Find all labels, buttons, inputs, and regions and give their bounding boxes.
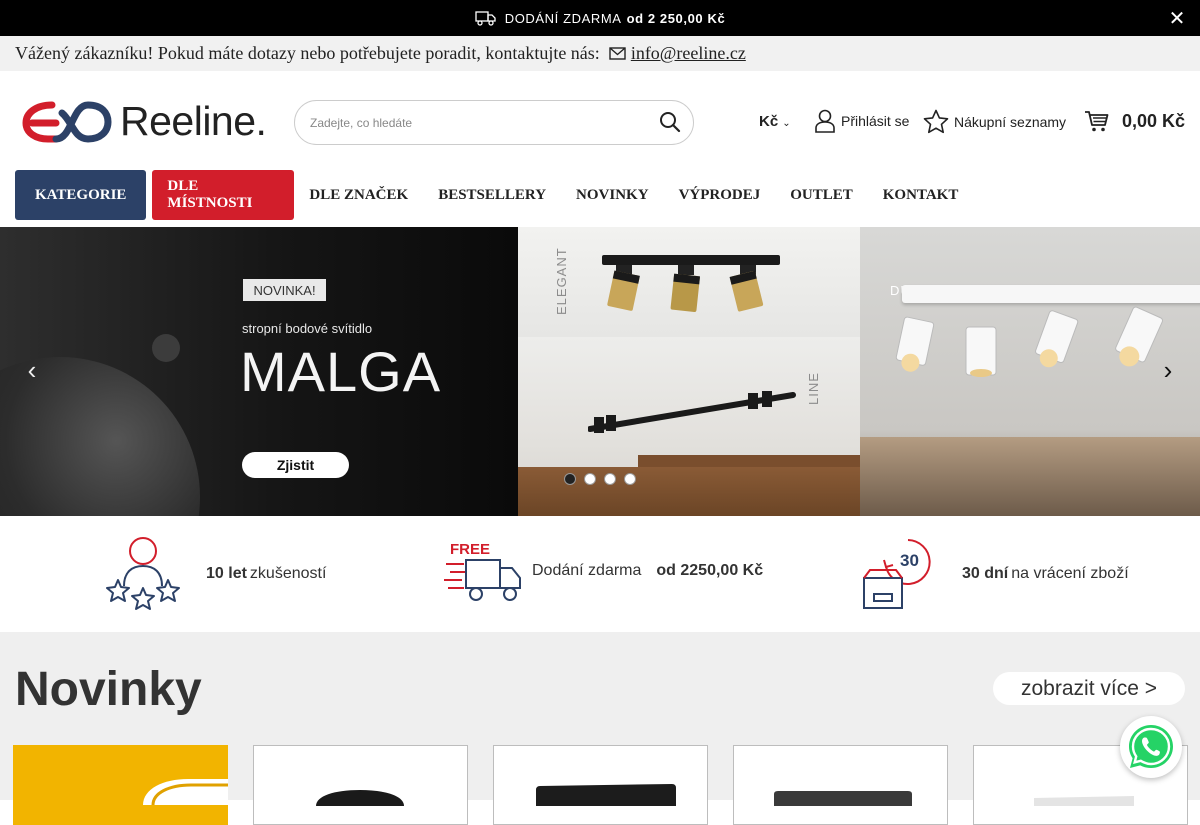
nav-item-dle-mistnosti[interactable]: DLE MÍSTNOSTI: [152, 170, 295, 220]
product-card[interactable]: [493, 745, 708, 825]
free-label: FREE: [450, 541, 490, 558]
free-delivery-truck-icon: FREE: [444, 541, 521, 601]
slider-dot-1[interactable]: [564, 473, 576, 485]
currency-select[interactable]: Kč ⌄: [759, 113, 791, 130]
truck-icon: [475, 11, 496, 26]
slider-next-arrow-icon[interactable]: ›: [1158, 355, 1178, 385]
promo-strong: od 2 250,00 Kč: [626, 10, 726, 26]
hero-subtitle: stropní bodové svítidlo: [242, 321, 373, 336]
cart-total: 0,00 Kč: [1122, 110, 1186, 131]
wishlist-label: Nákupní seznamy: [954, 113, 1067, 130]
usp-delivery-text: Dodání zdarma: [532, 562, 642, 579]
nav-item-outlet[interactable]: OUTLET: [775, 170, 868, 220]
slider-dots: [564, 473, 636, 485]
product-card[interactable]: [733, 745, 948, 825]
mail-icon: [609, 47, 626, 60]
nav-item-bestsellery[interactable]: BESTSELLERY: [423, 170, 561, 220]
header: Reeline. Kč⌄ Přihlásit se Nákupní seznam…: [0, 71, 1200, 171]
hero-slider: NOVINKA! stropní bodové svítidlo MALGA Z…: [0, 227, 1200, 516]
search-icon[interactable]: [659, 111, 681, 133]
usp-delivery-strong: od 2250,00 Kč: [656, 562, 764, 579]
returns-box-icon: 30: [863, 539, 931, 609]
novinky-section: Novinky zobrazit více >: [0, 632, 1200, 825]
label-elegant: ELEGANT: [554, 247, 569, 315]
product-image: [316, 790, 404, 806]
contact-infoline: Vážený zákazníku! Pokud máte dotazy nebo…: [0, 36, 1200, 71]
whatsapp-icon: [1129, 725, 1173, 768]
slider-dot-2[interactable]: [584, 473, 596, 485]
login-link[interactable]: Přihlásit se: [814, 109, 909, 133]
search-box: [294, 100, 694, 145]
usp-returns-strong: 30 dní: [962, 565, 1009, 582]
slider-dot-4[interactable]: [624, 473, 636, 485]
decorative-dot: [152, 334, 180, 362]
logo[interactable]: Reeline.: [22, 97, 267, 145]
usp-experience-strong: 10 let: [206, 565, 247, 582]
usp-returns: 30 30 dní na vrácení zboží: [862, 536, 1129, 612]
new-badge: NOVINKA!: [243, 279, 326, 301]
wall-background: [860, 437, 1200, 516]
nav-item-kategorie[interactable]: KATEGORIE: [15, 170, 147, 220]
contact-email-link[interactable]: info@reeline.cz: [631, 43, 746, 64]
usp-experience-text: zkušeností: [249, 565, 327, 582]
label-line: LINE: [806, 372, 821, 405]
product-image: [536, 784, 676, 806]
experience-stars-icon: [106, 537, 180, 610]
elegant-lamp-image: [602, 255, 780, 312]
nav-item-dle-znacek[interactable]: DLE ZNAČEK: [294, 170, 423, 220]
star-icon: [923, 109, 949, 134]
section-title: Novinky: [15, 663, 202, 716]
product-image: [143, 779, 228, 806]
logo-text: Reeline.: [120, 97, 267, 144]
nav-item-kontakt[interactable]: KONTAKT: [868, 170, 974, 220]
usp-row: 10 let zkušeností FREE Dodání zdarma od …: [0, 516, 1200, 632]
slider-dot-3[interactable]: [604, 473, 616, 485]
currency-label: Kč: [759, 113, 779, 130]
nav-item-vyprodej[interactable]: VÝPRODEJ: [664, 170, 776, 220]
show-more-button[interactable]: zobrazit více >: [993, 672, 1185, 705]
nav-item-novinky[interactable]: NOVINKY: [561, 170, 664, 220]
chevron-down-icon: ⌄: [782, 118, 791, 129]
hero-panel-malga: NOVINKA! stropní bodové svítidlo MALGA Z…: [0, 227, 518, 516]
hero-title: MALGA: [240, 340, 442, 403]
product-image: [774, 791, 912, 806]
slider-prev-arrow-icon[interactable]: ‹: [22, 355, 42, 385]
main-nav: KATEGORIE DLE MÍSTNOSTI DLE ZNAČEK BESTS…: [15, 170, 973, 220]
user-icon: [815, 109, 835, 133]
cart-icon: [1085, 111, 1109, 132]
reeline-logo-icon: [22, 101, 112, 143]
close-icon[interactable]: ✕: [1169, 6, 1186, 31]
usp-returns-text: na vrácení zboží: [1011, 565, 1129, 582]
duo-lamp-image: [895, 306, 1163, 377]
wishlist-link[interactable]: Nákupní seznamy: [923, 109, 1066, 134]
usp-free-delivery: FREE Dodání zdarma od 2250,00 Kč: [444, 536, 766, 606]
usp-experience: 10 let zkušeností: [104, 536, 326, 612]
product-card[interactable]: [13, 745, 228, 825]
search-input[interactable]: [310, 115, 640, 130]
promo-text: DODÁNÍ ZDARMA: [504, 10, 622, 26]
login-label: Přihlásit se: [841, 113, 910, 129]
hero-cta-button[interactable]: Zjistit: [242, 452, 349, 478]
product-card[interactable]: [253, 745, 468, 825]
promo-bar: DODÁNÍ ZDARMA od 2 250,00 Kč ✕: [0, 0, 1200, 36]
contact-message: Vážený zákazníku! Pokud máte dotazy nebo…: [15, 43, 600, 63]
days-label: 30: [900, 551, 919, 570]
hero-panel-duo: DUO: [860, 227, 1200, 516]
whatsapp-chat-button[interactable]: [1120, 716, 1182, 778]
cart-link[interactable]: 0,00 Kč: [1084, 109, 1185, 133]
line-lamp-image: [588, 391, 796, 433]
